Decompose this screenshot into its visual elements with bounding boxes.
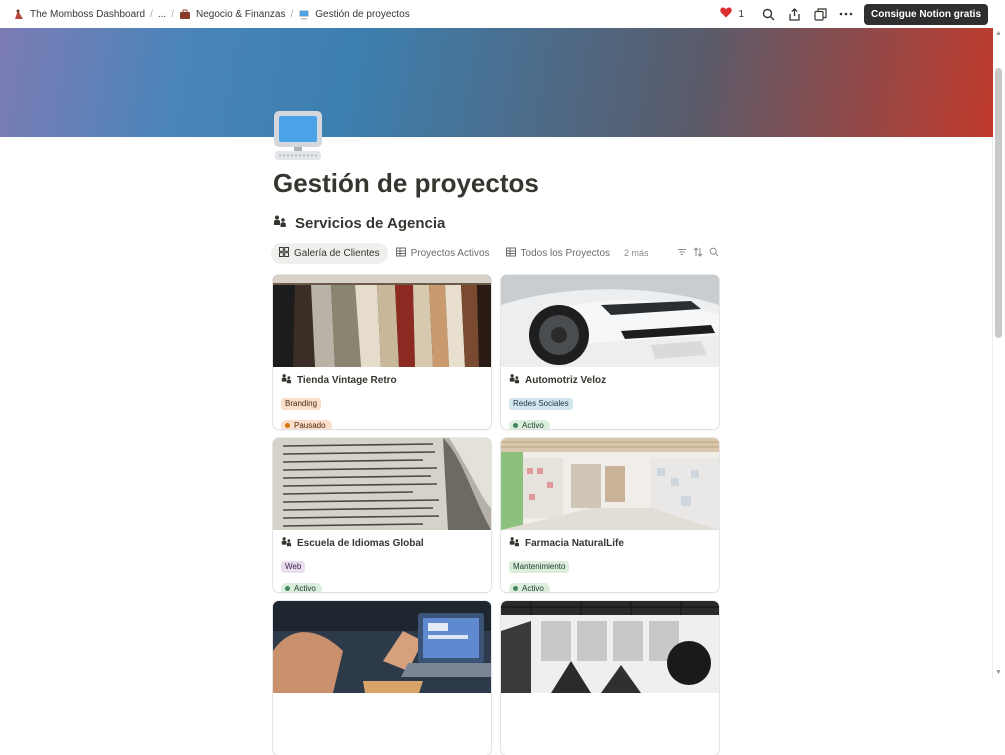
gallery-card[interactable]: Escuela de Idiomas Global Web Activo	[273, 438, 491, 592]
view-tools	[677, 246, 719, 260]
tab-label: Proyectos Activos	[410, 247, 490, 259]
page-cover	[0, 28, 993, 137]
top-actions: 1 Consigue Notion gratis	[720, 3, 993, 25]
card-cover-image	[273, 601, 491, 693]
card-cover-image	[501, 438, 719, 530]
gallery-card[interactable]: Automotriz Veloz Redes Sociales Activo	[501, 275, 719, 429]
status-label: Activo	[522, 583, 544, 593]
card-title: Farmacia NaturalLife	[509, 536, 711, 550]
search-icon[interactable]	[760, 6, 776, 22]
breadcrumb: The Momboss Dashboard / ... / Negocio & …	[0, 8, 413, 20]
breadcrumb-label: Negocio & Finanzas	[195, 8, 286, 20]
computer-icon	[298, 8, 310, 20]
breadcrumb-label: The Momboss Dashboard	[30, 8, 146, 20]
card-title-label: Escuela de Idiomas Global	[297, 537, 424, 549]
tab-proyectos-activos[interactable]: Proyectos Activos	[388, 243, 498, 264]
people-icon	[281, 536, 292, 550]
breadcrumb-separator: /	[290, 8, 294, 20]
status-badge: Pausado	[281, 419, 332, 430]
get-notion-free-button[interactable]: Consigue Notion gratis	[864, 3, 988, 25]
gallery-card[interactable]: Farmacia NaturalLife Mantenimiento Activ…	[501, 438, 719, 592]
status-label: Activo	[294, 583, 316, 593]
people-icon	[509, 536, 520, 550]
table-icon	[395, 247, 406, 260]
people-icon	[281, 373, 292, 387]
gallery-icon	[279, 246, 289, 260]
table-icon	[505, 247, 516, 260]
like-count: 1	[738, 8, 744, 20]
database-title[interactable]: Servicios de Agencia	[273, 214, 445, 232]
sort-icon[interactable]	[693, 246, 703, 260]
card-title: Automotriz Veloz	[509, 373, 711, 387]
status-badge: Activo	[509, 582, 550, 593]
scroll-down-arrow-icon[interactable]: ▼	[995, 669, 1002, 676]
people-icon	[273, 214, 287, 232]
breadcrumb-label: ...	[157, 8, 167, 20]
database-title-label: Servicios de Agencia	[295, 214, 446, 232]
tab-todos-los-proyectos[interactable]: Todos los Proyectos	[498, 243, 619, 264]
status-label: Pausado	[294, 420, 326, 430]
status-dot	[285, 586, 290, 591]
gallery-card[interactable]	[273, 601, 491, 755]
breadcrumb-item-gestion[interactable]: Gestión de proyectos	[295, 8, 413, 20]
status-label: Activo	[522, 420, 544, 430]
duplicate-icon[interactable]	[812, 6, 828, 22]
card-title: Tienda Vintage Retro	[281, 373, 483, 387]
service-tag: Web	[281, 561, 306, 573]
card-cover-image	[273, 275, 491, 367]
computer-page-icon[interactable]	[272, 110, 324, 162]
service-tag: Mantenimiento	[509, 561, 570, 573]
vertical-scrollbar[interactable]: ▲ ▼	[992, 28, 1005, 678]
status-badge: Activo	[281, 582, 322, 593]
views-bar: Galería de Clientes Proyectos Activos To…	[271, 242, 719, 264]
gallery-card[interactable]: Tienda Vintage Retro Branding Pausado	[273, 275, 491, 429]
share-icon[interactable]	[786, 6, 802, 22]
breadcrumb-label: Gestión de proyectos	[315, 8, 410, 20]
card-title-label: Farmacia NaturalLife	[525, 537, 624, 549]
filter-icon[interactable]	[677, 247, 687, 260]
service-tag: Branding	[281, 398, 322, 410]
service-tag: Redes Sociales	[509, 398, 573, 410]
status-dot	[513, 586, 518, 591]
page-title[interactable]: Gestión de proyectos	[273, 168, 539, 199]
status-dot	[513, 423, 518, 428]
briefcase-icon	[179, 8, 191, 20]
people-icon	[509, 373, 520, 387]
search-icon[interactable]	[709, 247, 719, 260]
like-button[interactable]: 1	[720, 7, 744, 21]
scroll-thumb[interactable]	[995, 68, 1002, 338]
breadcrumb-separator: /	[171, 8, 174, 20]
tab-label: Todos los Proyectos	[520, 247, 611, 259]
momboss-logo-icon	[13, 8, 25, 20]
breadcrumb-separator: /	[150, 8, 153, 20]
top-bar: The Momboss Dashboard / ... / Negocio & …	[0, 0, 993, 28]
breadcrumb-item-ellipsis[interactable]: ...	[155, 9, 169, 20]
gallery-grid: Tienda Vintage Retro Branding Pausado Au…	[273, 275, 719, 755]
tab-galeria-de-clientes[interactable]: Galería de Clientes	[271, 242, 388, 264]
breadcrumb-item-momboss[interactable]: The Momboss Dashboard	[10, 8, 148, 20]
card-title-label: Automotriz Veloz	[525, 374, 607, 386]
status-dot	[285, 423, 290, 428]
card-cover-image	[501, 601, 719, 693]
card-title-label: Tienda Vintage Retro	[297, 374, 397, 386]
card-cover-image	[501, 275, 719, 367]
heart-icon	[720, 7, 733, 21]
gallery-card[interactable]	[501, 601, 719, 755]
more-options-icon[interactable]	[838, 6, 854, 22]
tab-label: Galería de Clientes	[294, 247, 380, 259]
status-badge: Activo	[509, 419, 550, 430]
card-title: Escuela de Idiomas Global	[281, 536, 483, 550]
card-cover-image	[273, 438, 491, 530]
scroll-up-arrow-icon[interactable]: ▲	[995, 30, 1002, 37]
more-views-button[interactable]: 2 más	[618, 248, 655, 258]
breadcrumb-item-negocio[interactable]: Negocio & Finanzas	[176, 8, 289, 20]
